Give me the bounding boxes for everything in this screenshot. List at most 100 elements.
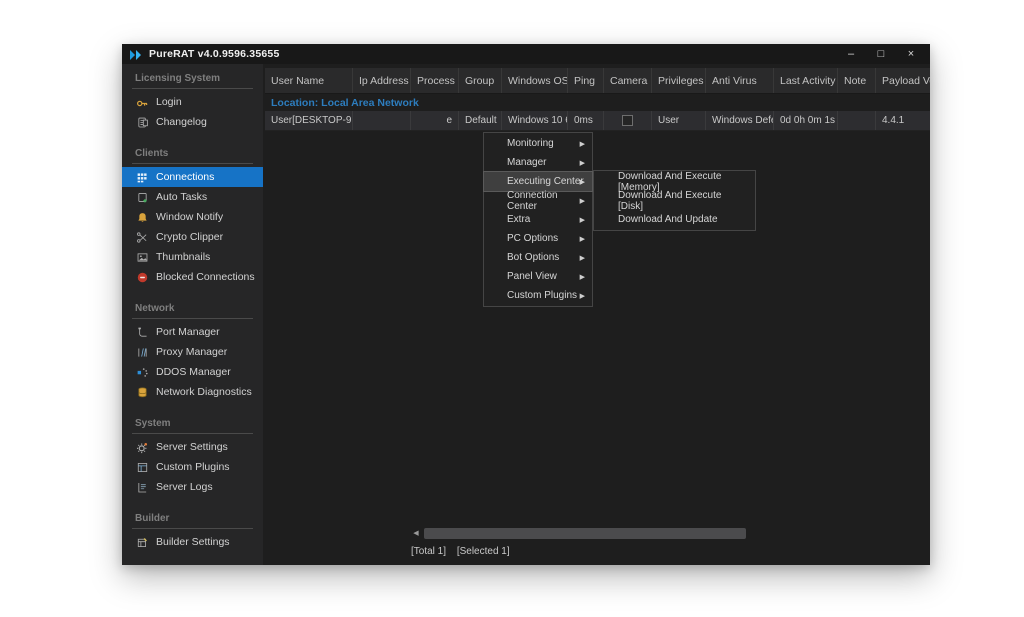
sidebar-item-login[interactable]: Login (122, 92, 263, 112)
scrollbar-thumb[interactable] (424, 528, 746, 539)
sidebar-item-label: Blocked Connections (156, 271, 255, 283)
context-submenu: Download And Execute [Memory]Download An… (593, 170, 756, 231)
menu-item-label: Manager (507, 157, 546, 168)
menu-item-label: PC Options (507, 233, 558, 244)
submenu-arrow-icon: ▶ (580, 178, 585, 186)
sidebar-section-network: NetworkPort ManagerProxy ManagerDDOS Man… (122, 300, 263, 402)
sidebar-item-connections[interactable]: Connections (122, 167, 263, 187)
sidebar-item-server-logs[interactable]: Server Logs (122, 477, 263, 497)
table-header-row[interactable]: User NameIp AddressProcessGroupWindows O… (265, 68, 930, 94)
submenu-arrow-icon: ▶ (580, 273, 585, 281)
column-header-windows_os[interactable]: Windows OS (502, 68, 568, 93)
status-total: [Total 1] (411, 546, 446, 557)
menu-item-label: Extra (507, 214, 530, 225)
proxy-icon (136, 346, 149, 359)
plugins-icon (136, 461, 149, 474)
submenu-item-download-and-update[interactable]: Download And Update (594, 210, 755, 229)
column-header-camera[interactable]: Camera (604, 68, 652, 93)
cell-user_name[interactable]: User[DESKTOP-9L7HK (265, 111, 353, 130)
thumbnails-icon (136, 251, 149, 264)
sidebar-item-window-notify[interactable]: Window Notify (122, 207, 263, 227)
sidebar-section-header: System (122, 415, 263, 432)
column-header-group[interactable]: Group (459, 68, 502, 93)
column-header-process[interactable]: Process (411, 68, 459, 93)
app-window: PureRAT v4.0.9596.35655 –□× Licensing Sy… (122, 44, 930, 565)
menu-item-pc-options[interactable]: PC Options▶ (484, 229, 592, 248)
title-bar[interactable]: PureRAT v4.0.9596.35655 –□× (122, 44, 930, 64)
submenu-item-download-and-execute-memory-[interactable]: Download And Execute [Memory] (594, 172, 755, 191)
column-header-user_name[interactable]: User Name (265, 68, 353, 93)
submenu-arrow-icon: ▶ (580, 254, 585, 262)
minimize-button[interactable]: – (836, 44, 866, 64)
sidebar-section-header: Clients (122, 145, 263, 162)
blocked-icon (136, 271, 149, 284)
column-header-last_activity[interactable]: Last Activity (774, 68, 838, 93)
menu-item-bot-options[interactable]: Bot Options▶ (484, 248, 592, 267)
submenu-item-download-and-execute-disk-[interactable]: Download And Execute [Disk] (594, 191, 755, 210)
submenu-arrow-icon: ▶ (580, 140, 585, 148)
cell-note[interactable] (838, 111, 876, 130)
sidebar-item-crypto-clipper[interactable]: Crypto Clipper (122, 227, 263, 247)
sidebar-item-server-settings[interactable]: Server Settings (122, 437, 263, 457)
main-panel: User NameIp AddressProcessGroupWindows O… (263, 64, 930, 565)
sidebar-item-label: Network Diagnostics (156, 386, 252, 398)
sidebar-item-port-manager[interactable]: Port Manager (122, 322, 263, 342)
column-header-payload_ver[interactable]: Payload Ver (876, 68, 930, 93)
sidebar-item-label: Port Manager (156, 326, 220, 338)
sidebar-item-proxy-manager[interactable]: Proxy Manager (122, 342, 263, 362)
camera-checkbox[interactable] (622, 115, 633, 126)
cell-privileges[interactable]: User (652, 111, 706, 130)
logs-icon (136, 481, 149, 494)
column-header-note[interactable]: Note (838, 68, 876, 93)
sidebar-item-builder-settings[interactable]: Builder Settings (122, 532, 263, 552)
scrollbar-track[interactable] (421, 528, 930, 539)
column-header-ping[interactable]: Ping (568, 68, 604, 93)
cell-windows_os[interactable]: Windows 10 64Bit (502, 111, 568, 130)
menu-item-monitoring[interactable]: Monitoring▶ (484, 134, 592, 153)
cell-camera[interactable] (604, 111, 652, 130)
cell-payload_ver[interactable]: 4.4.1 (876, 111, 930, 130)
sidebar-item-label: Proxy Manager (156, 346, 227, 358)
cell-group[interactable]: Default (459, 111, 502, 130)
column-header-privileges[interactable]: Privileges (652, 68, 706, 93)
sidebar-item-custom-plugins[interactable]: Custom Plugins (122, 457, 263, 477)
sidebar-divider (132, 163, 253, 164)
menu-item-extra[interactable]: Extra▶ (484, 210, 592, 229)
sidebar-item-auto-tasks[interactable]: Auto Tasks (122, 187, 263, 207)
sidebar-item-changelog[interactable]: Changelog (122, 112, 263, 132)
column-header-anti_virus[interactable]: Anti Virus (706, 68, 774, 93)
cell-last_activity[interactable]: 0d 0h 0m 1s (774, 111, 838, 130)
maximize-button[interactable]: □ (866, 44, 896, 64)
cell-ip_address[interactable] (353, 111, 411, 130)
sidebar-section-clients: Clients ConnectionsAuto Tasks Window Notif… (122, 145, 263, 287)
sidebar-item-label: Custom Plugins (156, 461, 230, 473)
menu-item-executing-center[interactable]: Executing Center▶ (484, 172, 592, 191)
horizontal-scrollbar[interactable]: ◀ ▶ (411, 527, 930, 539)
sidebar-item-label: Window Notify (156, 211, 223, 223)
menu-item-label: Connection Center (507, 190, 586, 212)
sidebar-item-ddos-manager[interactable]: DDOS Manager (122, 362, 263, 382)
scroll-left-icon[interactable]: ◀ (411, 529, 421, 537)
menu-item-connection-center[interactable]: Connection Center▶ (484, 191, 592, 210)
menu-item-custom-plugins[interactable]: Custom Plugins▶ (484, 286, 592, 305)
cell-ping[interactable]: 0ms (568, 111, 604, 130)
gear-icon (136, 441, 149, 454)
close-button[interactable]: × (896, 44, 926, 64)
menu-item-panel-view[interactable]: Panel View▶ (484, 267, 592, 286)
table-row[interactable]: User[DESKTOP-9L7HK eDefaultWindows 10 64B… (265, 111, 930, 131)
menu-item-manager[interactable]: Manager▶ (484, 153, 592, 172)
sidebar-item-label: Server Logs (156, 481, 213, 493)
sidebar-item-blocked-connections[interactable]: Blocked Connections (122, 267, 263, 287)
cell-anti_virus[interactable]: Windows Defender (706, 111, 774, 130)
cell-process[interactable]: e (411, 111, 459, 130)
sidebar-divider (132, 433, 253, 434)
sidebar-item-thumbnails[interactable]: Thumbnails (122, 247, 263, 267)
sidebar-divider (132, 528, 253, 529)
submenu-arrow-icon: ▶ (580, 292, 585, 300)
app-logo-icon (129, 48, 143, 60)
table-group-header[interactable]: Location: Local Area Network (265, 94, 930, 111)
sidebar-item-label: Builder Settings (156, 536, 230, 548)
sidebar-item-network-diagnostics[interactable]: Network Diagnostics (122, 382, 263, 402)
sidebar-section-builder: BuilderBuilder Settings (122, 510, 263, 552)
column-header-ip_address[interactable]: Ip Address (353, 68, 411, 93)
